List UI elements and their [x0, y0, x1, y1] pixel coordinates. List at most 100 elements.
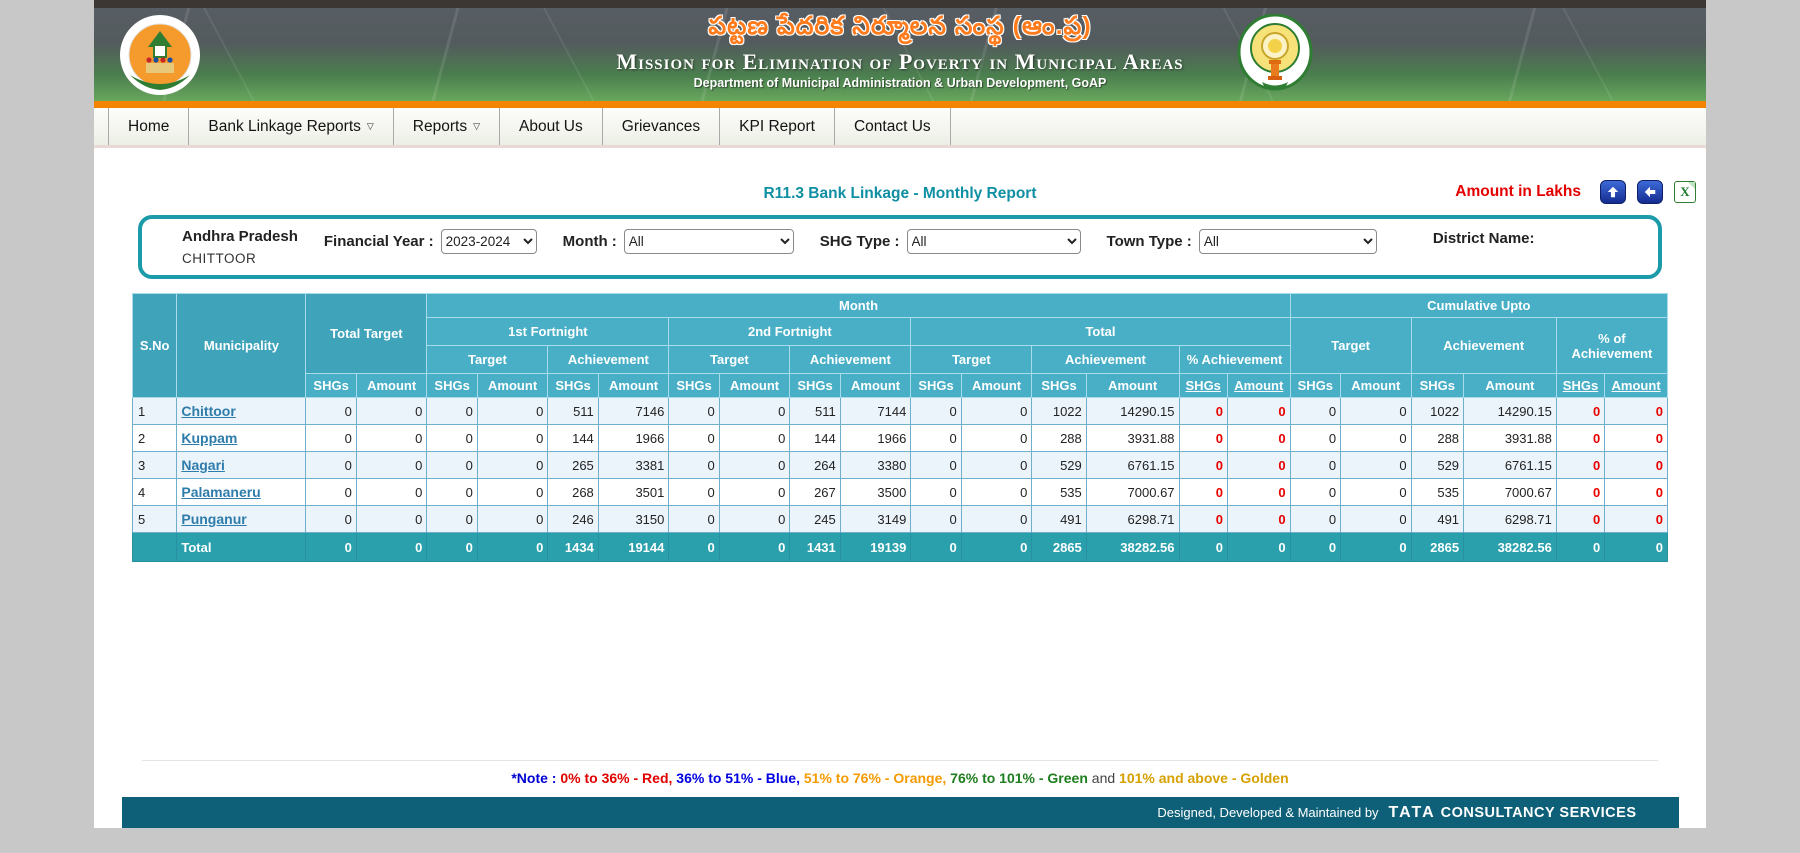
district-name: CHITTOOR	[182, 251, 298, 266]
municipality-link[interactable]: Palamaneru	[181, 484, 260, 500]
total-cell-value: 2865	[1411, 533, 1463, 562]
row-sno: 5	[133, 506, 177, 533]
cell-value: 3500	[840, 479, 911, 506]
scroll-up-button[interactable]	[1600, 180, 1626, 204]
cell-value: 0	[1227, 506, 1290, 533]
total-cell-value: 0	[1179, 533, 1227, 562]
cell-value: 245	[790, 506, 840, 533]
cell-value: 3381	[598, 452, 669, 479]
cell-value: 0	[1179, 506, 1227, 533]
cell-value: 0	[356, 425, 427, 452]
cell-value: 0	[1341, 425, 1412, 452]
ap-government-emblem	[1234, 14, 1316, 101]
total-cell-value: 2865	[1032, 533, 1086, 562]
subheader-amount: Amount	[840, 374, 911, 398]
total-cell-value: 0	[961, 533, 1032, 562]
subheader-shgs[interactable]: SHGs	[1556, 374, 1604, 398]
cell-value: 0	[1341, 479, 1412, 506]
total-cell-value: 19144	[598, 533, 669, 562]
nav-item-bank-linkage-reports[interactable]: Bank Linkage Reports▽	[189, 108, 393, 145]
col-header-1f-target: Target	[427, 346, 548, 374]
municipality-link[interactable]: Kuppam	[181, 430, 237, 446]
excel-icon: X	[1680, 184, 1689, 200]
header-banner: పట్టణ పేదరిక నిర్మూలన సంస్థ (ఆం.ప్ర) Mis…	[94, 0, 1706, 101]
nav-item-reports[interactable]: Reports▽	[394, 108, 500, 145]
cell-value: 0	[1341, 452, 1412, 479]
cell-value: 1966	[598, 425, 669, 452]
total-cell-value: 0	[356, 533, 427, 562]
footer-bar: Designed, Developed & Maintained by TATA…	[122, 797, 1679, 828]
export-excel-button[interactable]: X	[1674, 181, 1696, 203]
cell-value: 0	[1556, 506, 1604, 533]
nav-item-home[interactable]: Home	[108, 108, 189, 145]
col-header-cum-achievement: Achievement	[1411, 318, 1556, 374]
cell-value: 246	[548, 506, 598, 533]
cell-value: 0	[1341, 506, 1412, 533]
municipality-link[interactable]: Chittoor	[181, 403, 235, 419]
nav-item-contact-us[interactable]: Contact Us	[835, 108, 951, 145]
col-header-1f-achievement: Achievement	[548, 346, 669, 374]
total-cell-value: 19139	[840, 533, 911, 562]
subheader-amount: Amount	[1086, 374, 1179, 398]
cell-value: 0	[1605, 398, 1668, 425]
cell-value: 0	[477, 506, 548, 533]
cell-value: 288	[1411, 425, 1463, 452]
table-row: 3Nagari00002653381002643380005296761.150…	[133, 452, 1668, 479]
nav-item-grievances[interactable]: Grievances	[603, 108, 720, 145]
total-cell-value: 0	[1341, 533, 1412, 562]
row-sno: 3	[133, 452, 177, 479]
cell-value: 0	[1179, 452, 1227, 479]
cell-value: 0	[669, 506, 719, 533]
nav-item-kpi-report[interactable]: KPI Report	[720, 108, 835, 145]
banner-telugu-title: పట్టణ పేదరిక నిర్మూలన సంస్థ (ఆం.ప్ర)	[94, 12, 1706, 47]
cell-value: 6298.71	[1086, 506, 1179, 533]
subheader-shgs: SHGs	[669, 374, 719, 398]
cell-value: 0	[427, 425, 477, 452]
report-table: S.No Municipality Total Target Month Cum…	[132, 293, 1668, 562]
cell-value: 0	[477, 479, 548, 506]
cell-value: 0	[1341, 398, 1412, 425]
col-header-cumulative-upto: Cumulative Upto	[1290, 294, 1667, 318]
cell-value: 0	[911, 425, 961, 452]
cell-value: 1966	[840, 425, 911, 452]
financial-year-select[interactable]: 2023-2024	[441, 229, 537, 254]
cell-value: 0	[477, 425, 548, 452]
cell-value: 491	[1032, 506, 1086, 533]
col-header-2nd-fortnight: 2nd Fortnight	[669, 318, 911, 346]
subheader-amount: Amount	[477, 374, 548, 398]
subheader-shgs: SHGs	[790, 374, 840, 398]
state-name: Andhra Pradesh	[182, 228, 298, 245]
municipality-link[interactable]: Punganur	[181, 511, 246, 527]
subheader-amount[interactable]: Amount	[1605, 374, 1668, 398]
total-cell-value: 0	[1290, 533, 1340, 562]
table-row: 1Chittoor0000511714600511714400102214290…	[133, 398, 1668, 425]
cell-value: 0	[1227, 398, 1290, 425]
color-legend-note: *Note : 0% to 36% - Red, 36% to 51% - Bl…	[142, 760, 1658, 786]
footer-credit-text: Designed, Developed & Maintained by	[1157, 805, 1378, 820]
month-select[interactable]: All	[624, 229, 794, 254]
cell-value: 0	[1179, 398, 1227, 425]
note-segment: and	[1092, 770, 1115, 786]
subheader-amount[interactable]: Amount	[1227, 374, 1290, 398]
nav-item-about-us[interactable]: About Us	[500, 108, 603, 145]
whitespace	[94, 562, 1706, 760]
banner-dept-line: Department of Municipal Administration &…	[94, 76, 1706, 90]
total-cell-value: 1434	[548, 533, 598, 562]
town-type-label: Town Type :	[1107, 233, 1192, 250]
cell-value: 0	[1556, 425, 1604, 452]
back-button[interactable]	[1637, 180, 1663, 204]
cell-value: 0	[911, 506, 961, 533]
municipality-link[interactable]: Nagari	[181, 457, 225, 473]
table-row: 5Punganur00002463150002453149004916298.7…	[133, 506, 1668, 533]
cell-value: 0	[356, 506, 427, 533]
cell-value: 0	[1290, 425, 1340, 452]
shg-type-select[interactable]: All	[907, 229, 1081, 254]
cell-value: 3931.88	[1464, 425, 1557, 452]
subheader-shgs[interactable]: SHGs	[1179, 374, 1227, 398]
col-header-municipality: Municipality	[177, 294, 306, 398]
total-row-empty	[133, 533, 177, 562]
orange-divider-bar	[94, 101, 1706, 108]
cell-value: 1022	[1032, 398, 1086, 425]
cell-value: 6761.15	[1464, 452, 1557, 479]
town-type-select[interactable]: All	[1199, 229, 1377, 254]
